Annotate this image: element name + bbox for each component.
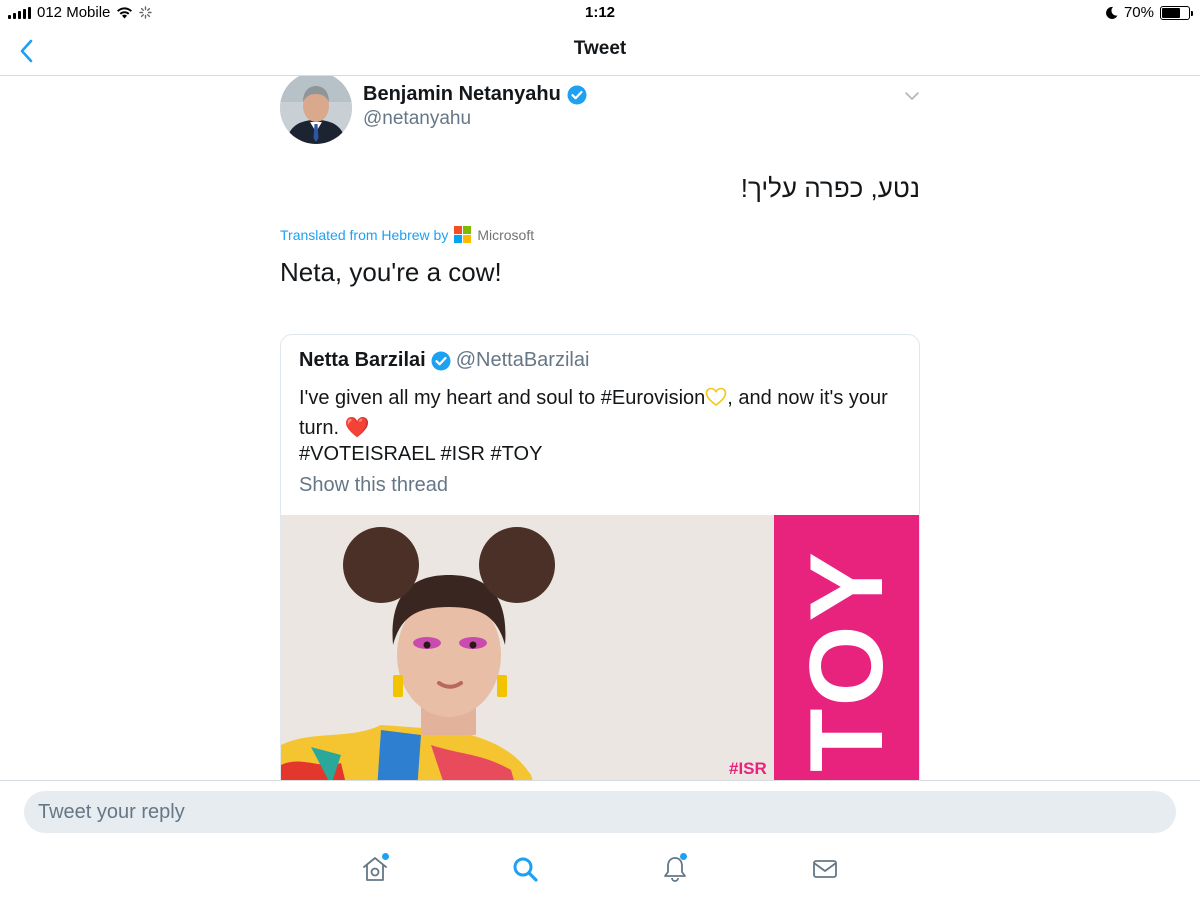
search-icon	[513, 857, 538, 882]
reply-bar	[0, 780, 1200, 840]
yellow-heart-icon	[705, 387, 727, 406]
battery-percent: 70%	[1123, 4, 1154, 21]
reply-input[interactable]	[24, 791, 1176, 833]
show-thread-link[interactable]: Show this thread	[299, 474, 448, 497]
translation-attribution: Translated from Hebrew by Microsoft	[280, 226, 534, 243]
quoted-tweet-text: I've given all my heart and soul to #Eur…	[299, 383, 899, 443]
quoted-tweet[interactable]: Netta Barzilai @NettaBarzilai I've given…	[280, 334, 920, 780]
quoted-author-handle: @NettaBarzilai	[455, 349, 590, 371]
tab-bar	[0, 840, 1200, 900]
quoted-tweet-header: Netta Barzilai @NettaBarzilai	[299, 349, 589, 372]
author-handle[interactable]: @netanyahu	[363, 108, 471, 130]
envelope-icon	[813, 860, 837, 878]
chevron-down-icon[interactable]	[904, 90, 920, 102]
page-title: Tweet	[573, 38, 627, 59]
quoted-text-part1: I've given all my heart and soul to #Eur…	[299, 387, 706, 409]
microsoft-logo-icon	[454, 226, 472, 243]
status-right: 70%	[1106, 4, 1193, 21]
tweet-text-translated: Neta, you're a cow!	[280, 257, 502, 287]
home-unread-dot	[382, 853, 389, 860]
author-name[interactable]: Benjamin Netanyahu	[363, 83, 561, 106]
red-heart-icon: ❤️	[344, 417, 370, 439]
quoted-hashtags: #VOTEISRAEL #ISR #TOY	[299, 443, 543, 465]
tab-notifications[interactable]	[660, 853, 690, 884]
status-bar: 012 Mobile 1:12 70%	[0, 0, 1200, 26]
tab-messages[interactable]	[810, 854, 840, 884]
quoted-tweet-image[interactable]: TOY #ISR	[281, 515, 919, 780]
tab-search[interactable]	[510, 854, 540, 884]
quoted-author-name: Netta Barzilai	[299, 349, 426, 371]
tab-home[interactable]	[360, 853, 390, 884]
tweet-detail: Benjamin Netanyahu @netanyahu נטע, כפרה …	[280, 76, 920, 780]
nav-bar: Tweet	[0, 26, 1200, 76]
notifications-unread-dot	[680, 853, 687, 860]
battery-fill	[1162, 7, 1181, 18]
moon-icon	[1106, 6, 1118, 19]
status-time: 1:12	[584, 4, 616, 21]
tweet-text-original: נטע, כפרה עליך!	[740, 173, 920, 203]
media-banner-text: TOY	[789, 548, 905, 772]
translated-label: Translated from Hebrew by	[280, 226, 449, 243]
verified-badge-icon	[431, 351, 451, 370]
verified-badge-icon	[567, 85, 587, 104]
battery-icon	[1160, 5, 1193, 20]
media-hashtag: #ISR	[729, 759, 767, 778]
translator-name: Microsoft	[477, 226, 535, 243]
avatar-image	[280, 76, 352, 144]
author-name-row: Benjamin Netanyahu	[363, 83, 587, 106]
author-avatar[interactable]	[280, 76, 352, 144]
